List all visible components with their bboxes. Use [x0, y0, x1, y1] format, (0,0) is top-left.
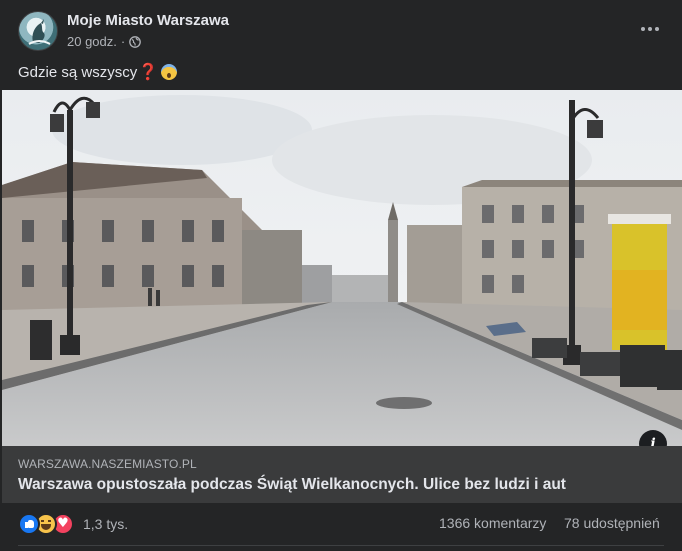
post-message: Gdzie są wszyscy: [18, 63, 138, 81]
link-preview-footer[interactable]: WARSZAWA.NASZEMIASTO.PL Warszawa opustos…: [2, 446, 682, 503]
meta-separator: ·: [120, 34, 126, 49]
reactions-summary[interactable]: 1,3 tys.: [18, 513, 128, 535]
link-title[interactable]: Warszawa opustoszała podczas Świąt Wielk…: [18, 476, 566, 494]
shares-count[interactable]: 78 udostępnień: [564, 515, 660, 531]
divider: [18, 545, 664, 546]
face-screaming-in-fear-emoji: [161, 64, 178, 80]
more-options-icon[interactable]: [636, 17, 664, 41]
post-time[interactable]: 20 godz.: [67, 34, 117, 49]
reaction-count[interactable]: 1,3 tys.: [83, 516, 128, 532]
page-name[interactable]: Moje Miasto Warszawa: [67, 12, 229, 29]
globe-icon[interactable]: [129, 35, 142, 48]
link-domain: WARSZAWA.NASZEMIASTO.PL: [18, 457, 197, 471]
link-preview-image[interactable]: [2, 90, 682, 446]
post-meta: 20 godz. ·: [67, 34, 142, 49]
like-reaction-icon: [18, 513, 40, 535]
comments-count[interactable]: 1366 komentarzy: [439, 515, 546, 531]
post-text: Gdzie są wszyscy ❓: [18, 62, 178, 82]
page-avatar[interactable]: [18, 11, 58, 51]
post-card: Moje Miasto Warszawa 20 godz. · Gdzie są…: [0, 0, 682, 551]
red-question-mark-emoji: ❓: [138, 64, 159, 81]
